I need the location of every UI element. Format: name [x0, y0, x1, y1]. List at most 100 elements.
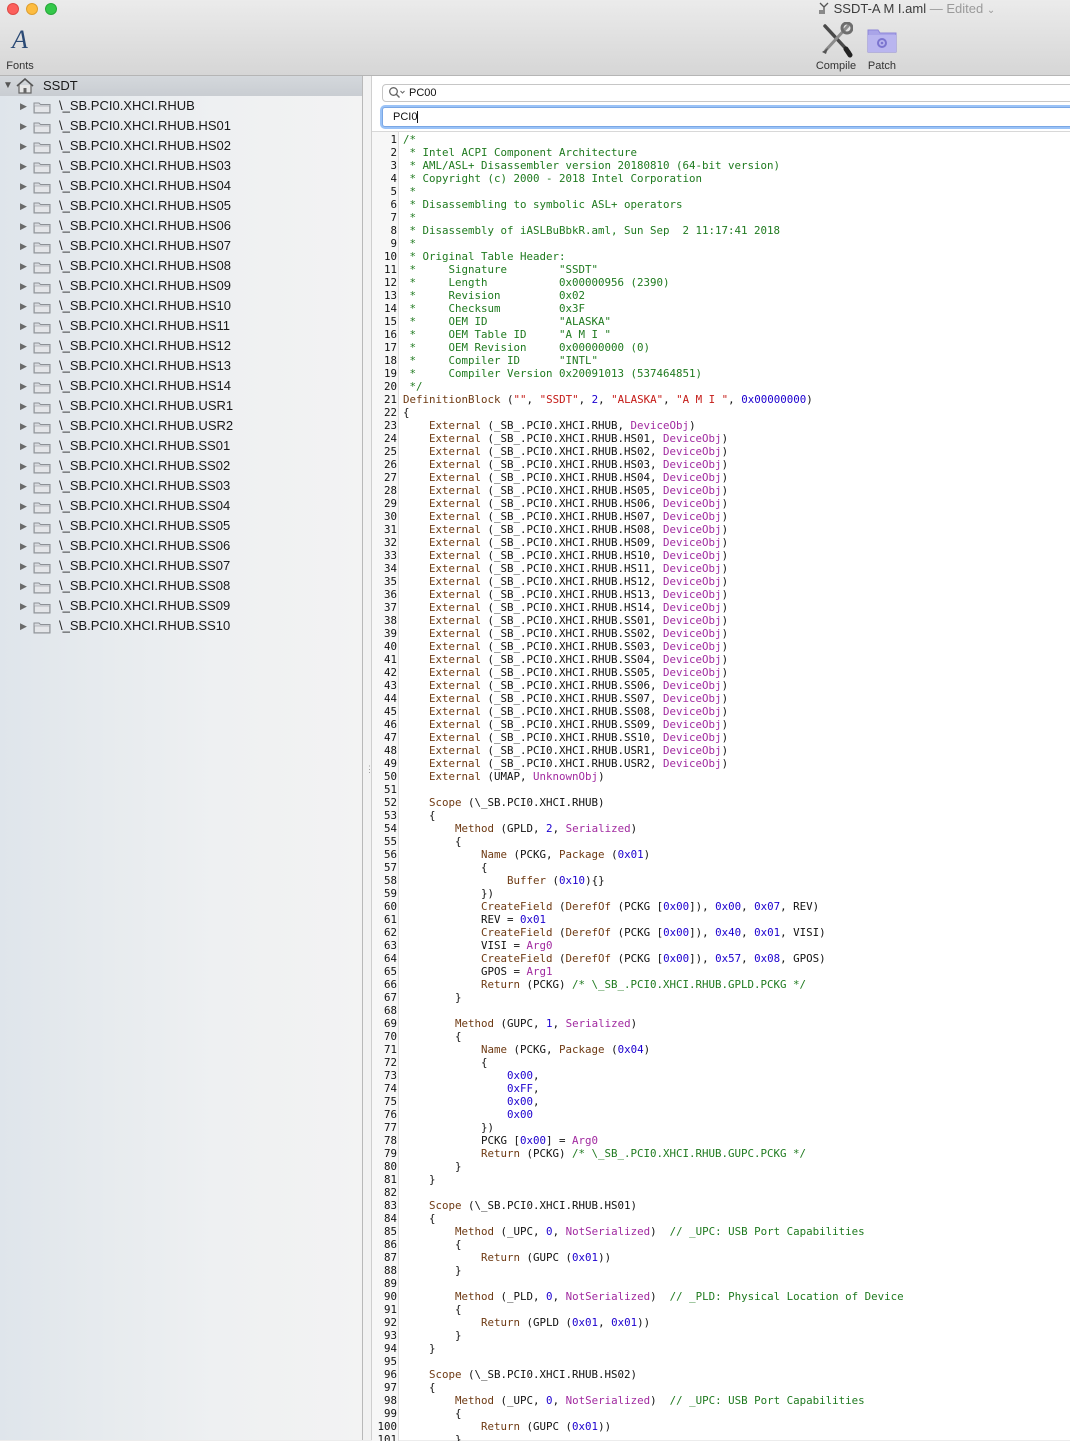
disclosure-triangle-icon[interactable]: ▶: [20, 536, 27, 556]
disclosure-triangle-icon[interactable]: ▶: [20, 176, 27, 196]
code-line[interactable]: External (_SB_.PCI0.XHCI.RHUB.HS13, Devi…: [403, 588, 904, 601]
sidebar-tree-item[interactable]: ▶ \_SB.PCI0.XHCI.RHUB.SS06: [0, 536, 362, 556]
code-line[interactable]: Return (PCKG) /* \_SB_.PCI0.XHCI.RHUB.GP…: [403, 978, 904, 991]
code-line[interactable]: * Disassembly of iASLBuBbkR.aml, Sun Sep…: [403, 224, 904, 237]
patch-button[interactable]: Patch: [862, 22, 902, 72]
code-line[interactable]: }): [403, 1121, 904, 1134]
disclosure-triangle-icon[interactable]: ▶: [20, 476, 27, 496]
close-window-button[interactable]: [7, 3, 19, 15]
code-line[interactable]: {: [403, 1407, 904, 1420]
disclosure-triangle-icon[interactable]: ▶: [20, 216, 27, 236]
code-line[interactable]: CreateField (DerefOf (PCKG [0x00]), 0x00…: [403, 900, 904, 913]
code-line[interactable]: VISI = Arg0: [403, 939, 904, 952]
code-line[interactable]: {: [403, 1056, 904, 1069]
sidebar-tree-item[interactable]: ▶ \_SB.PCI0.XHCI.RHUB.HS13: [0, 356, 362, 376]
disclosure-triangle-icon[interactable]: ▶: [20, 136, 27, 156]
find-field[interactable]: [382, 84, 1070, 102]
disclosure-triangle-icon[interactable]: ▶: [20, 196, 27, 216]
code-line[interactable]: }: [403, 1342, 904, 1355]
code-line[interactable]: External (_SB_.PCI0.XHCI.RHUB.HS06, Devi…: [403, 497, 904, 510]
disclosure-triangle-icon[interactable]: ▶: [20, 396, 27, 416]
code-line[interactable]: External (_SB_.PCI0.XHCI.RHUB.HS10, Devi…: [403, 549, 904, 562]
disclosure-triangle-icon[interactable]: ▶: [20, 456, 27, 476]
code-text[interactable]: /* * Intel ACPI Component Architecture *…: [403, 133, 904, 1441]
disclosure-triangle-icon[interactable]: ▶: [20, 596, 27, 616]
code-line[interactable]: External (_SB_.PCI0.XHCI.RHUB.HS09, Devi…: [403, 536, 904, 549]
disclosure-triangle-icon[interactable]: ▶: [20, 156, 27, 176]
code-line[interactable]: {: [403, 406, 904, 419]
sidebar-tree-item[interactable]: ▶ \_SB.PCI0.XHCI.RHUB.SS02: [0, 456, 362, 476]
code-line[interactable]: External (_SB_.PCI0.XHCI.RHUB.HS02, Devi…: [403, 445, 904, 458]
split-view-divider[interactable]: ⋮: [363, 76, 374, 1440]
code-line[interactable]: External (_SB_.PCI0.XHCI.RHUB.USR1, Devi…: [403, 744, 904, 757]
code-line[interactable]: CreateField (DerefOf (PCKG [0x00]), 0x40…: [403, 926, 904, 939]
disclosure-triangle-icon[interactable]: ▶: [20, 436, 27, 456]
code-line[interactable]: External (_SB_.PCI0.XHCI.RHUB.SS05, Devi…: [403, 666, 904, 679]
code-line[interactable]: * Revision 0x02: [403, 289, 904, 302]
code-line[interactable]: External (_SB_.PCI0.XHCI.RHUB.HS11, Devi…: [403, 562, 904, 575]
minimize-window-button[interactable]: [26, 3, 38, 15]
code-line[interactable]: Name (PCKG, Package (0x04): [403, 1043, 904, 1056]
code-line[interactable]: External (_SB_.PCI0.XHCI.RHUB.HS12, Devi…: [403, 575, 904, 588]
sidebar-tree-item[interactable]: ▶ \_SB.PCI0.XHCI.RHUB: [0, 96, 362, 116]
code-line[interactable]: * Compiler ID "INTL": [403, 354, 904, 367]
disclosure-triangle-icon[interactable]: ▶: [20, 296, 27, 316]
sidebar-tree-item[interactable]: ▶ \_SB.PCI0.XHCI.RHUB.HS01: [0, 116, 362, 136]
code-line[interactable]: }: [403, 991, 904, 1004]
code-line[interactable]: 0x00: [403, 1108, 904, 1121]
code-line[interactable]: Return (GPLD (0x01, 0x01)): [403, 1316, 904, 1329]
code-line[interactable]: }: [403, 1173, 904, 1186]
find-input[interactable]: [409, 86, 1009, 100]
code-line[interactable]: External (_SB_.PCI0.XHCI.RHUB.HS07, Devi…: [403, 510, 904, 523]
code-line[interactable]: External (_SB_.PCI0.XHCI.RHUB.SS09, Devi…: [403, 718, 904, 731]
code-line[interactable]: * Length 0x00000956 (2390): [403, 276, 904, 289]
code-line[interactable]: External (_SB_.PCI0.XHCI.RHUB.SS01, Devi…: [403, 614, 904, 627]
tree-root-ssdt[interactable]: ▼ SSDT: [0, 76, 362, 96]
code-line[interactable]: [403, 1004, 904, 1017]
code-line[interactable]: 0xFF,: [403, 1082, 904, 1095]
code-line[interactable]: [403, 1355, 904, 1368]
code-line[interactable]: Method (_PLD, 0, NotSerialized) // _PLD:…: [403, 1290, 904, 1303]
disclosure-triangle-icon[interactable]: ▶: [20, 116, 27, 136]
code-line[interactable]: External (_SB_.PCI0.XHCI.RHUB.SS07, Devi…: [403, 692, 904, 705]
code-line[interactable]: Method (_UPC, 0, NotSerialized) // _UPC:…: [403, 1394, 904, 1407]
code-line[interactable]: External (UMAP, UnknownObj): [403, 770, 904, 783]
code-line[interactable]: Buffer (0x10){}: [403, 874, 904, 887]
sidebar-tree-item[interactable]: ▶ \_SB.PCI0.XHCI.RHUB.SS04: [0, 496, 362, 516]
code-line[interactable]: * Signature "SSDT": [403, 263, 904, 276]
sidebar-tree-item[interactable]: ▶ \_SB.PCI0.XHCI.RHUB.USR2: [0, 416, 362, 436]
sidebar-tree-item[interactable]: ▶ \_SB.PCI0.XHCI.RHUB.HS09: [0, 276, 362, 296]
disclosure-triangle-icon[interactable]: ▶: [20, 416, 27, 436]
code-line[interactable]: Scope (\_SB.PCI0.XHCI.RHUB): [403, 796, 904, 809]
code-line[interactable]: {: [403, 1212, 904, 1225]
code-line[interactable]: DefinitionBlock ("", "SSDT", 2, "ALASKA"…: [403, 393, 904, 406]
disclosure-triangle-icon[interactable]: ▶: [20, 336, 27, 356]
disclosure-triangle-icon[interactable]: ▶: [20, 96, 27, 116]
code-line[interactable]: External (_SB_.PCI0.XHCI.RHUB.HS14, Devi…: [403, 601, 904, 614]
code-line[interactable]: Method (_UPC, 0, NotSerialized) // _UPC:…: [403, 1225, 904, 1238]
code-line[interactable]: Scope (\_SB.PCI0.XHCI.RHUB.HS01): [403, 1199, 904, 1212]
code-line[interactable]: Method (GPLD, 2, Serialized): [403, 822, 904, 835]
compile-button[interactable]: Compile: [812, 22, 860, 72]
disclosure-triangle-icon[interactable]: ▶: [20, 356, 27, 376]
sidebar-tree-item[interactable]: ▶ \_SB.PCI0.XHCI.RHUB.HS06: [0, 216, 362, 236]
code-line[interactable]: * Checksum 0x3F: [403, 302, 904, 315]
code-line[interactable]: * Intel ACPI Component Architecture: [403, 146, 904, 159]
code-line[interactable]: {: [403, 1238, 904, 1251]
window-title[interactable]: SSDT-A M I.aml — Edited ⌄: [818, 1, 995, 17]
code-line[interactable]: {: [403, 1381, 904, 1394]
sidebar-tree-item[interactable]: ▶ \_SB.PCI0.XHCI.RHUB.HS02: [0, 136, 362, 156]
code-line[interactable]: {: [403, 835, 904, 848]
zoom-window-button[interactable]: [45, 3, 57, 15]
code-line[interactable]: * Disassembling to symbolic ASL+ operato…: [403, 198, 904, 211]
fonts-button[interactable]: A Fonts: [3, 22, 37, 72]
code-line[interactable]: External (_SB_.PCI0.XHCI.RHUB.SS03, Devi…: [403, 640, 904, 653]
disclosure-triangle-icon[interactable]: ▶: [20, 276, 27, 296]
sidebar-tree-item[interactable]: ▶ \_SB.PCI0.XHCI.RHUB.SS09: [0, 596, 362, 616]
sidebar-tree-item[interactable]: ▶ \_SB.PCI0.XHCI.RHUB.HS11: [0, 316, 362, 336]
sidebar-tree-item[interactable]: ▶ \_SB.PCI0.XHCI.RHUB.SS08: [0, 576, 362, 596]
disclosure-triangle-icon[interactable]: ▶: [20, 556, 27, 576]
code-line[interactable]: External (_SB_.PCI0.XHCI.RHUB.HS03, Devi…: [403, 458, 904, 471]
disclosure-triangle-icon[interactable]: ▶: [20, 496, 27, 516]
replace-input[interactable]: [393, 110, 993, 124]
